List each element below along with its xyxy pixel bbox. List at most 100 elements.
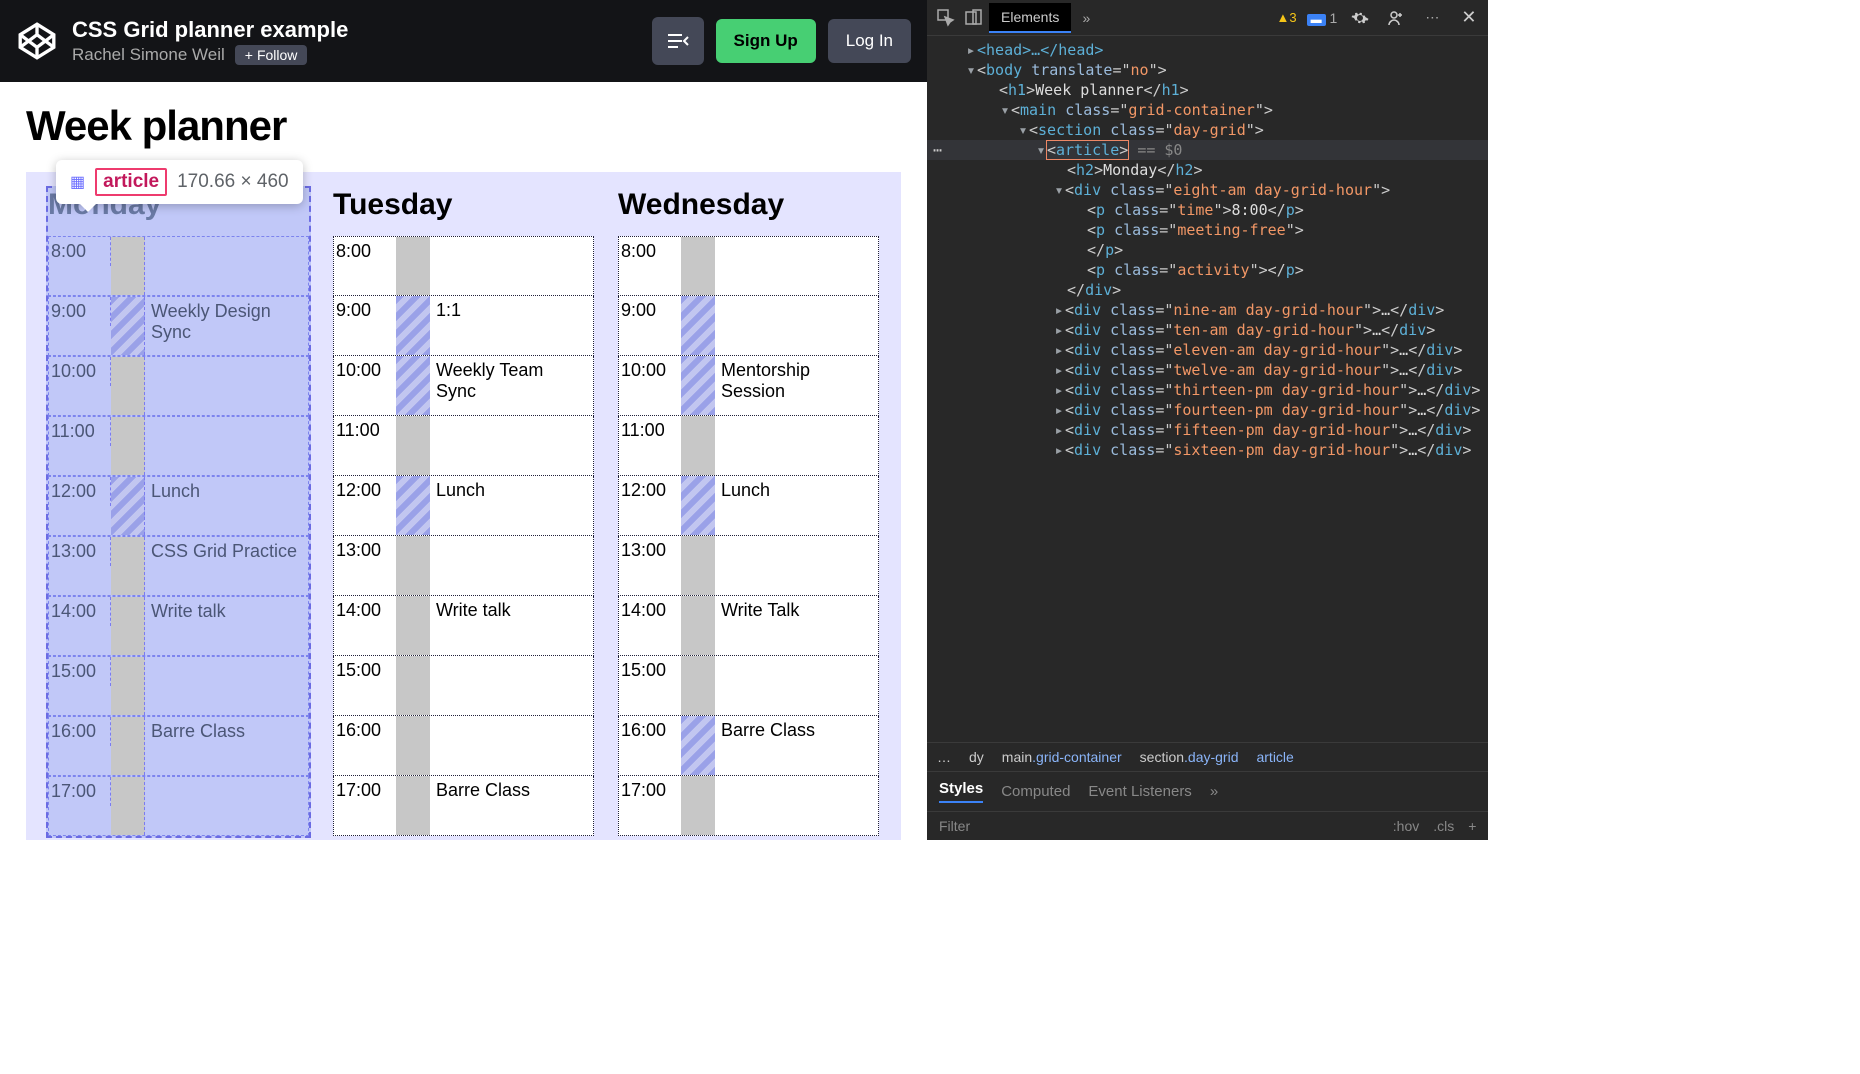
hour-row: 16:00Barre Class: [618, 716, 879, 776]
time-label: 14:00: [334, 596, 396, 625]
dom-hour-div[interactable]: ▸<div class="thirteen-pm day-grid-hour">…: [927, 380, 1488, 400]
cls-toggle[interactable]: .cls: [1433, 818, 1454, 834]
time-label: 13:00: [49, 537, 111, 566]
activity-label: [430, 716, 593, 724]
activity-label: Lunch: [715, 476, 878, 505]
busy-indicator: [681, 356, 715, 415]
time-label: 15:00: [619, 656, 681, 685]
hour-row: 8:00: [48, 236, 309, 296]
hour-row: 9:00: [618, 296, 879, 356]
hour-row: 13:00: [333, 536, 594, 596]
activity-label: CSS Grid Practice: [145, 537, 308, 566]
tab-elements[interactable]: Elements: [989, 3, 1071, 33]
page-title: Week planner: [26, 102, 901, 150]
tab-styles[interactable]: Styles: [939, 780, 983, 803]
hour-row: 8:00: [333, 236, 594, 296]
time-label: 8:00: [619, 237, 681, 266]
activity-label: Barre Class: [715, 716, 878, 745]
pen-author[interactable]: Rachel Simone Weil: [72, 45, 225, 65]
time-label: 9:00: [619, 296, 681, 325]
warnings-badge[interactable]: ▲3: [1277, 10, 1297, 25]
dom-tree[interactable]: ▸<head>…</head> ▾<body translate="no"> <…: [927, 36, 1488, 742]
device-toolbar-icon[interactable]: [961, 5, 987, 31]
time-label: 14:00: [49, 597, 111, 626]
dom-hour-div[interactable]: ▸<div class="eleven-am day-grid-hour">…<…: [927, 340, 1488, 360]
time-label: 15:00: [49, 657, 111, 686]
crumb-dots[interactable]: …: [937, 749, 951, 765]
activity-label: [715, 416, 878, 424]
free-indicator: [396, 656, 430, 715]
hour-row: 14:00 Write talk: [48, 596, 309, 656]
crumb-section[interactable]: section.day-grid: [1140, 749, 1239, 765]
hour-row: 15:00: [48, 656, 309, 716]
tab-event-listeners[interactable]: Event Listeners: [1088, 783, 1191, 800]
signup-button[interactable]: Sign Up: [716, 19, 816, 63]
hov-toggle[interactable]: :hov: [1393, 818, 1419, 834]
time-label: 11:00: [619, 416, 681, 445]
follow-button[interactable]: +Follow: [235, 45, 308, 65]
time-label: 12:00: [619, 476, 681, 505]
hour-row: 9:00Weekly Design Sync: [48, 296, 309, 356]
day-column-wednesday: Wednesday 8:00 9:00 10:00Mentorship Session…: [618, 188, 879, 836]
time-label: 16:00: [49, 717, 111, 746]
time-label: 8:00: [49, 237, 111, 266]
login-button[interactable]: Log In: [828, 19, 911, 63]
dom-hour-div[interactable]: ▸<div class="twelve-am day-grid-hour">…<…: [927, 360, 1488, 380]
close-devtools-icon[interactable]: ✕: [1455, 7, 1482, 28]
hour-row: 10:00Mentorship Session: [618, 356, 879, 416]
filter-input[interactable]: Filter: [939, 818, 970, 834]
dom-hour-div[interactable]: ▸<div class="sixteen-pm day-grid-hour">……: [927, 440, 1488, 460]
activity-label: [430, 536, 593, 544]
activity-label: [430, 656, 593, 664]
hour-row: 12:00Lunch: [48, 476, 309, 536]
free-indicator: [396, 416, 430, 475]
day-column-monday: Monday8:009:00Weekly Design Sync10:0011:…: [48, 188, 309, 836]
codepen-logo[interactable]: [16, 20, 58, 62]
day-column-tuesday: Tuesday8:009:001:110:00Weekly Team Sync1…: [333, 188, 594, 836]
time-label: 9:00: [49, 297, 111, 326]
info-badge-group[interactable]: ▬ 1: [1307, 10, 1338, 26]
hour-row: 16:00: [333, 716, 594, 776]
activity-label: [145, 357, 308, 365]
hour-row: 11:00: [618, 416, 879, 476]
day-heading: Wednesday: [618, 188, 879, 222]
activity-label: [145, 417, 308, 425]
free-indicator: [396, 596, 430, 655]
breadcrumb[interactable]: … dy main.grid-container section.day-gri…: [927, 742, 1488, 771]
time-label: 17:00: [619, 776, 681, 805]
dom-hour-div[interactable]: ▸<div class="fourteen-pm day-grid-hour">…: [927, 400, 1488, 420]
free-indicator: [681, 536, 715, 595]
dom-head[interactable]: <head>…</head>: [977, 41, 1103, 59]
free-indicator: [396, 716, 430, 775]
time-label: 9:00: [334, 296, 396, 325]
tab-computed[interactable]: Computed: [1001, 783, 1070, 800]
time-label: 14:00: [619, 596, 681, 625]
activity-label: [145, 657, 308, 665]
more-tabs-icon[interactable]: »: [1073, 5, 1099, 31]
account-icon[interactable]: [1383, 5, 1409, 31]
view-toggle-button[interactable]: [652, 17, 704, 65]
hour-row: 16:00Barre Class: [48, 716, 309, 776]
free-indicator: [681, 596, 715, 655]
new-style-rule-icon[interactable]: +: [1468, 818, 1476, 834]
day-grid-container: Monday8:009:00Weekly Design Sync10:0011:…: [26, 172, 901, 840]
busy-indicator: [396, 476, 430, 535]
busy-indicator: [111, 477, 145, 535]
kebab-menu-icon[interactable]: ⋯: [1419, 5, 1445, 31]
free-indicator: [396, 776, 430, 835]
devtools-toolbar: Elements » ▲3 ▬ 1 ⋯ ✕: [927, 0, 1488, 36]
settings-gear-icon[interactable]: [1347, 5, 1373, 31]
dom-hour-div[interactable]: ▸<div class="nine-am day-grid-hour">…</d…: [927, 300, 1488, 320]
dom-hour-div[interactable]: ▸<div class="fifteen-pm day-grid-hour">……: [927, 420, 1488, 440]
activity-label: Write talk: [145, 597, 308, 626]
inspect-element-icon[interactable]: [933, 5, 959, 31]
hour-row: 12:00Lunch: [333, 476, 594, 536]
time-label: 11:00: [49, 417, 111, 446]
dom-hour-div[interactable]: ▸<div class="ten-am day-grid-hour">…</di…: [927, 320, 1488, 340]
crumb-body[interactable]: dy: [969, 749, 984, 765]
crumb-article[interactable]: article: [1256, 749, 1293, 765]
crumb-main[interactable]: main.grid-container: [1002, 749, 1122, 765]
more-styles-tabs-icon[interactable]: »: [1210, 783, 1218, 800]
free-indicator: [111, 537, 145, 595]
dom-selected-article[interactable]: ⋯▾<article> == $0: [927, 140, 1488, 160]
